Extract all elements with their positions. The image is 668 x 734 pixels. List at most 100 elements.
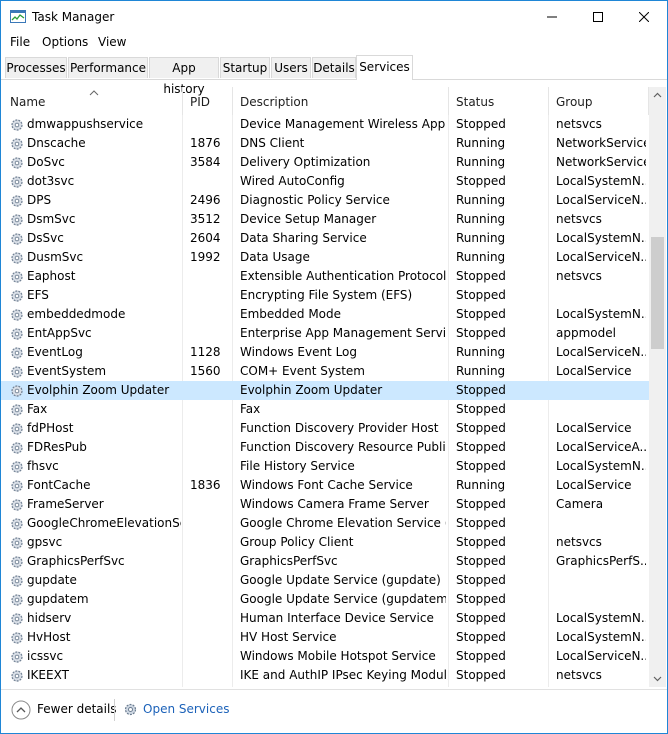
table-row[interactable]: dmwappushservice Device Management Wirele… xyxy=(1,115,649,134)
cell-name: DPS xyxy=(27,193,52,207)
table-row[interactable]: embeddedmode Embedded Mode Stopped LocalSys… xyxy=(1,305,649,324)
table-row[interactable]: Fax Fax Stopped xyxy=(1,400,649,419)
table-row[interactable]: DusmSvc 1992 Data Usage Running LocalService… xyxy=(1,248,649,267)
cell-pid xyxy=(190,514,230,533)
cell-description: Windows Event Log xyxy=(240,345,358,359)
table-row[interactable]: fdPHost Function Discovery Provider Host S… xyxy=(1,419,649,438)
tab-processes[interactable]: Processes xyxy=(5,57,67,78)
cell-pid xyxy=(190,533,230,552)
service-gear-icon xyxy=(11,176,23,188)
table-row[interactable]: EventSystem 1560 COM+ Event System Running L… xyxy=(1,362,649,381)
service-gear-icon xyxy=(11,290,23,302)
table-row[interactable]: HvHost HV Host Service Stopped LocalSystemN… xyxy=(1,628,649,647)
services-table: Name PID Description Status Group dmwapp… xyxy=(1,87,649,687)
maximize-button[interactable] xyxy=(575,1,621,33)
menu-file[interactable]: File xyxy=(10,35,30,49)
table-row[interactable]: DsSvc 2604 Data Sharing Service Running Loca… xyxy=(1,229,649,248)
menu-options[interactable]: Options xyxy=(42,35,88,49)
title-bar[interactable]: Task Manager xyxy=(1,1,667,33)
cell-description: Human Interface Device Service xyxy=(240,611,434,625)
scroll-up-arrow-icon[interactable] xyxy=(649,87,666,104)
cell-pid xyxy=(190,115,230,134)
cell-group: netsvcs xyxy=(556,269,602,283)
table-row[interactable]: IKEEXT IKE and AuthIP IPsec Keying Module… xyxy=(1,666,649,685)
cell-status: Stopped xyxy=(456,459,506,473)
cell-description: Google Chrome Elevation Service (G... xyxy=(240,516,446,530)
table-row[interactable]: EntAppSvc Enterprise App Management Servi… xyxy=(1,324,649,343)
services-gear-icon xyxy=(124,703,137,716)
table-row[interactable]: FrameServer Windows Camera Frame Server St… xyxy=(1,495,649,514)
cell-pid xyxy=(190,438,230,457)
cell-name: DusmSvc xyxy=(27,250,84,264)
table-row[interactable]: GraphicsPerfSvc GraphicsPerfSvc Stopped Gra… xyxy=(1,552,649,571)
table-row[interactable]: gpsvc Group Policy Client Stopped netsvcs xyxy=(1,533,649,552)
column-header-description[interactable]: Description xyxy=(233,87,449,115)
service-gear-icon xyxy=(11,366,23,378)
scroll-down-arrow-icon[interactable] xyxy=(649,670,666,687)
tab-performance[interactable]: Performance xyxy=(68,57,148,78)
table-row[interactable]: dot3svc Wired AutoConfig Stopped LocalSyste… xyxy=(1,172,649,191)
close-button[interactable] xyxy=(621,1,667,33)
cell-group: NetworkService xyxy=(556,155,646,169)
cell-group: netsvcs xyxy=(556,117,602,131)
menu-view[interactable]: View xyxy=(98,35,126,49)
table-row[interactable]: EventLog 1128 Windows Event Log Running Loca… xyxy=(1,343,649,362)
chevron-up-circle-icon[interactable] xyxy=(11,700,31,720)
cell-status: Running xyxy=(456,231,506,245)
cell-pid xyxy=(190,457,230,476)
cell-group xyxy=(556,400,646,419)
footer-bar: Fewer details Open Services xyxy=(1,689,667,733)
minimize-button[interactable] xyxy=(529,1,575,33)
table-row[interactable]: DsmSvc 3512 Device Setup Manager Running net… xyxy=(1,210,649,229)
table-row[interactable]: icssvc Windows Mobile Hotspot Service Stop… xyxy=(1,647,649,666)
table-row[interactable]: DoSvc 3584 Delivery Optimization Running Net… xyxy=(1,153,649,172)
column-header-pid[interactable]: PID xyxy=(183,87,233,115)
fewer-details-button[interactable]: Fewer details xyxy=(37,702,117,716)
cell-status: Stopped xyxy=(456,535,506,549)
table-row[interactable]: hidserv Human Interface Device Service Sto… xyxy=(1,609,649,628)
table-row[interactable]: fhsvc File History Service Stopped LocalSys… xyxy=(1,457,649,476)
cell-pid xyxy=(190,172,230,191)
table-row[interactable]: GoogleChromeElevationSer... Google Chrome… xyxy=(1,514,649,533)
cell-status: Stopped xyxy=(456,573,506,587)
table-row[interactable]: gupdatem Google Update Service (gupdatem)… xyxy=(1,590,649,609)
cell-pid xyxy=(190,267,230,286)
table-row[interactable]: Evolphin Zoom Updater Evolphin Zoom Updat… xyxy=(1,381,649,400)
cell-pid xyxy=(190,305,230,324)
vertical-scrollbar[interactable] xyxy=(649,87,666,687)
cell-name: EntAppSvc xyxy=(27,326,92,340)
cell-name: dot3svc xyxy=(27,174,75,188)
scrollbar-thumb[interactable] xyxy=(651,237,664,349)
table-row[interactable]: DPS 2496 Diagnostic Policy Service Running L… xyxy=(1,191,649,210)
column-header-group[interactable]: Group xyxy=(549,87,649,115)
table-row[interactable]: Dnscache 1876 DNS Client Running NetworkServ… xyxy=(1,134,649,153)
table-row[interactable]: gupdate Google Update Service (gupdate) St… xyxy=(1,571,649,590)
service-gear-icon xyxy=(11,461,23,473)
service-gear-icon xyxy=(11,214,23,226)
table-row[interactable]: Eaphost Extensible Authentication Protoco… xyxy=(1,267,649,286)
cell-status: Stopped xyxy=(456,497,506,511)
column-header-name[interactable]: Name xyxy=(3,87,183,115)
service-gear-icon xyxy=(11,328,23,340)
cell-status: Stopped xyxy=(456,269,506,283)
cell-pid: 2496 xyxy=(190,193,221,207)
tab-details[interactable]: Details xyxy=(312,57,356,78)
table-row[interactable]: EFS Encrypting File System (EFS) Stopped xyxy=(1,286,649,305)
column-header-status[interactable]: Status xyxy=(449,87,549,115)
tab-app-history[interactable]: App history xyxy=(149,57,219,96)
cell-pid: 2604 xyxy=(190,231,221,245)
cell-group: LocalServiceN... xyxy=(556,649,646,663)
cell-description: Delivery Optimization xyxy=(240,155,371,169)
table-row[interactable]: FDResPub Function Discovery Resource Publ… xyxy=(1,438,649,457)
cell-group: netsvcs xyxy=(556,212,602,226)
cell-name: DsSvc xyxy=(27,231,64,245)
cell-status: Stopped xyxy=(456,630,506,644)
cell-status: Stopped xyxy=(456,592,506,606)
table-row[interactable]: FontCache 1836 Windows Font Cache Service R… xyxy=(1,476,649,495)
open-services-link[interactable]: Open Services xyxy=(143,702,229,716)
cell-group: LocalSystemN... xyxy=(556,459,646,473)
tab-startup[interactable]: Startup xyxy=(220,57,270,78)
cell-status: Running xyxy=(456,136,506,150)
tab-services[interactable]: Services xyxy=(356,55,413,80)
tab-users[interactable]: Users xyxy=(271,57,311,78)
